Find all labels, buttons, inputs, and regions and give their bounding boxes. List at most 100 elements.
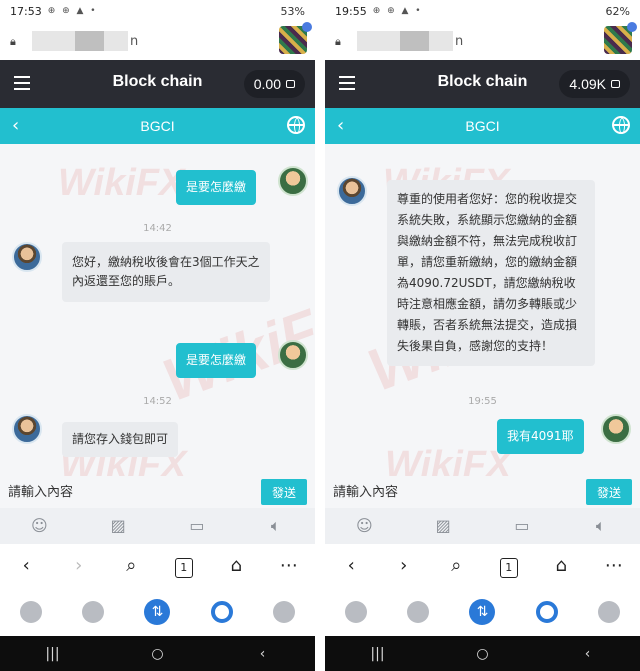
- message-in: 請您存入錢包即可: [62, 422, 179, 457]
- url-text: n: [130, 33, 139, 49]
- status-bar: 17:53 ⊕ ⊕ ▲ • 53%: [0, 0, 315, 22]
- phone-screenshot-right: 19:55 ⊕ ⊕ ▲ • 62% 🔒︎ n Block chain 4.09K…: [325, 0, 640, 671]
- balance-pill[interactable]: 4.09K: [559, 70, 630, 98]
- message-out: 我有4091耶: [497, 419, 584, 454]
- image-icon[interactable]: ▨: [108, 517, 128, 535]
- tabs-icon[interactable]: 1: [497, 554, 521, 578]
- smile-icon[interactable]: ☺: [354, 517, 374, 535]
- agent-avatar: [337, 176, 367, 206]
- back-arrow-icon[interactable]: ‹: [14, 554, 38, 578]
- search-icon[interactable]: ⌕: [119, 554, 143, 578]
- send-button[interactable]: 發送: [586, 479, 632, 505]
- status-bar: 19:55 ⊕ ⊕ ▲ • 62%: [325, 0, 640, 22]
- app-dock: ⇅: [0, 588, 315, 636]
- forward-arrow-icon[interactable]: ›: [67, 554, 91, 578]
- url-bar[interactable]: 🔒︎ n: [325, 22, 640, 60]
- send-button[interactable]: 發送: [261, 479, 307, 505]
- smile-icon[interactable]: ☺: [29, 517, 49, 535]
- watermark: WikiFX: [385, 444, 512, 476]
- app-header: Block chain 0.00: [0, 60, 315, 108]
- compose-bar: 發送: [325, 476, 640, 508]
- battery-level: 53%: [280, 4, 305, 18]
- url-redacted: [357, 31, 453, 51]
- clock-icon[interactable]: [407, 601, 430, 623]
- home-icon[interactable]: ⌂: [549, 554, 573, 578]
- agent-avatar: [12, 414, 42, 444]
- back-button-icon[interactable]: ‹: [253, 646, 273, 662]
- compose-tools: ☺ ▨ ▭ 🔈︎: [325, 508, 640, 544]
- notification-badge: [302, 22, 312, 32]
- message-timestamp: 14:52: [143, 396, 172, 407]
- message-out: 是要怎麼繳: [176, 170, 257, 205]
- chat-header: ‹ BGCI: [325, 108, 640, 144]
- tab-count: 1: [499, 558, 518, 578]
- system-nav: ||| ○ ‹: [0, 636, 315, 671]
- recents-icon[interactable]: |||: [43, 646, 63, 662]
- system-nav: ||| ○ ‹: [325, 636, 640, 671]
- user-avatar: [278, 340, 308, 370]
- message-timestamp: 19:55: [468, 396, 497, 407]
- lock-icon: 🔒︎: [335, 35, 341, 48]
- agent-avatar: [12, 242, 42, 272]
- settings-icon[interactable]: [597, 601, 620, 623]
- balance-value: 4.09K: [569, 76, 606, 92]
- compose-tools: ☺ ▨ ▭ 🔈︎: [0, 508, 315, 544]
- balance-pill[interactable]: 0.00: [243, 70, 305, 98]
- status-time: 19:55: [335, 4, 367, 18]
- compass-icon[interactable]: [210, 601, 233, 623]
- url-bar[interactable]: 🔒︎ n: [0, 22, 315, 60]
- home-button-icon[interactable]: ○: [473, 646, 493, 662]
- message-in: 尊重的使用者您好：您的稅收提交系統失敗，系統顯示您繳納的金額與繳納金額不符，無法…: [387, 180, 595, 366]
- globe-icon[interactable]: [612, 116, 630, 134]
- app-dock: ⇅: [325, 588, 640, 636]
- wallet-icon: [286, 80, 295, 88]
- battery-level: 62%: [605, 4, 630, 18]
- globe-icon[interactable]: [287, 116, 305, 134]
- tabs-icon[interactable]: 1: [172, 554, 196, 578]
- url-text: n: [455, 33, 464, 49]
- search-icon[interactable]: ⌕: [444, 554, 468, 578]
- compose-bar: 發送: [0, 476, 315, 508]
- folder-icon[interactable]: ▭: [187, 517, 207, 535]
- phone-screenshot-left: 17:53 ⊕ ⊕ ▲ • 53% 🔒︎ n Block chain 0.00 …: [0, 0, 315, 671]
- folder-icon[interactable]: ▭: [512, 517, 532, 535]
- chat-title: BGCI: [140, 118, 175, 134]
- status-time: 17:53: [10, 4, 42, 18]
- speaker-icon[interactable]: 🔈︎: [266, 517, 286, 535]
- more-icon[interactable]: ⋯: [277, 554, 301, 578]
- message-input[interactable]: [8, 482, 248, 502]
- url-redacted: [32, 31, 128, 51]
- image-icon[interactable]: ▨: [433, 517, 453, 535]
- browser-nav: ‹ › ⌕ 1 ⌂ ⋯: [0, 544, 315, 588]
- recents-icon[interactable]: |||: [368, 646, 388, 662]
- settings-icon[interactable]: [272, 601, 295, 623]
- chat-area[interactable]: WikiFX WikiFX WikiFX 尊重的使用者您好：您的稅收提交系統失敗…: [325, 144, 640, 476]
- back-button-icon[interactable]: ‹: [578, 646, 598, 662]
- home-icon[interactable]: ⌂: [224, 554, 248, 578]
- wallet-icon[interactable]: [345, 601, 368, 623]
- forward-arrow-icon[interactable]: ›: [392, 554, 416, 578]
- message-out: 是要怎麼繳: [176, 343, 257, 378]
- user-avatar: [601, 414, 631, 444]
- back-arrow-icon[interactable]: ‹: [339, 554, 363, 578]
- speaker-icon[interactable]: 🔈︎: [591, 517, 611, 535]
- compass-icon[interactable]: [535, 601, 558, 623]
- watermark: WikiFX: [58, 162, 185, 204]
- tab-count: 1: [174, 558, 193, 578]
- message-timestamp: 14:42: [143, 223, 172, 234]
- balance-value: 0.00: [253, 76, 281, 92]
- wallet-icon[interactable]: [20, 601, 43, 623]
- message-input[interactable]: [333, 482, 573, 502]
- status-icons: ⊕ ⊕ ▲ •: [372, 6, 423, 16]
- swap-icon[interactable]: ⇅: [144, 599, 171, 625]
- browser-nav: ‹ › ⌕ 1 ⌂ ⋯: [325, 544, 640, 588]
- home-button-icon[interactable]: ○: [148, 646, 168, 662]
- chat-area[interactable]: WikiFX WikiFX WikiFX 是要怎麼繳 14:42 您好，繳納稅收…: [0, 144, 315, 476]
- swap-icon[interactable]: ⇅: [469, 599, 496, 625]
- app-header: Block chain 4.09K: [325, 60, 640, 108]
- more-icon[interactable]: ⋯: [602, 554, 626, 578]
- chat-header: ‹ BGCI: [0, 108, 315, 144]
- wallet-icon: [611, 80, 620, 88]
- clock-icon[interactable]: [82, 601, 105, 623]
- message-in: 您好，繳納稅收後會在3個工作天之內返還至您的賬戶。: [62, 242, 270, 302]
